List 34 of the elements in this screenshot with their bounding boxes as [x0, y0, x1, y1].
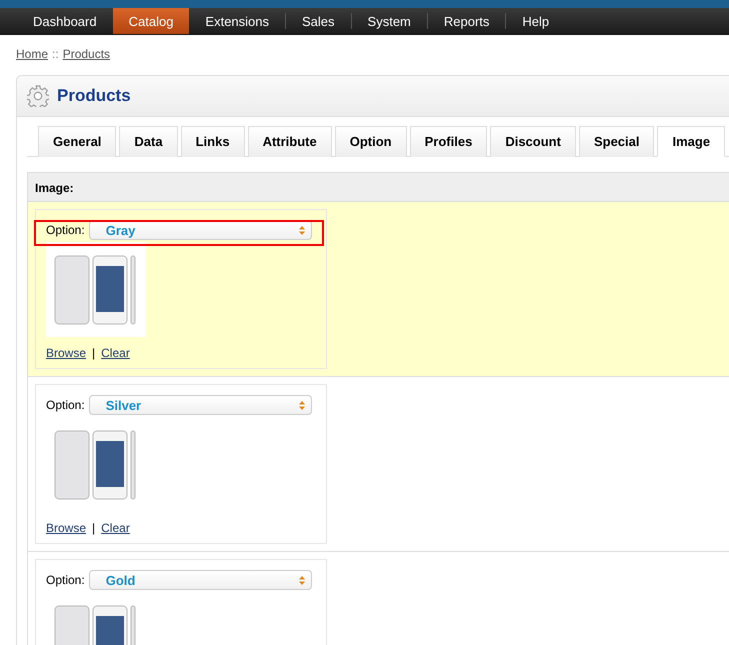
breadcrumb-link[interactable]: Products — [62, 47, 110, 61]
sort-arrows-icon — [298, 400, 305, 410]
gear-icon — [27, 85, 49, 107]
tab[interactable]: Attribute — [248, 126, 332, 157]
tab[interactable]: Discount — [490, 126, 576, 157]
breadcrumb-link[interactable]: Home — [16, 47, 48, 61]
sort-arrows-icon — [298, 226, 305, 234]
image-action-link[interactable]: Browse — [46, 521, 86, 535]
image-action-link[interactable]: Browse — [46, 346, 86, 360]
link-separator: | — [92, 346, 96, 360]
sort-arrows-icon — [298, 576, 305, 584]
image-action-link[interactable]: Clear — [101, 521, 130, 535]
tab[interactable]: Profiles — [410, 126, 488, 157]
tab[interactable]: Option — [334, 126, 407, 157]
nav-menu-item[interactable]: Extensions — [189, 8, 286, 34]
panel-title: Products — [57, 86, 131, 106]
option-label: Option: — [46, 573, 85, 587]
nav-menu-item[interactable]: Catalog — [112, 8, 190, 34]
option-label: Option: — [46, 398, 85, 412]
nav-menu-item[interactable]: Sales — [286, 8, 351, 34]
breadcrumb-separator: :: — [52, 47, 59, 61]
image-action-link[interactable]: Clear — [101, 346, 130, 360]
tab[interactable]: Links — [180, 126, 245, 157]
link-separator: | — [92, 521, 96, 535]
tab[interactable]: Data — [119, 126, 178, 157]
nav-menu-item[interactable]: Reports — [428, 8, 506, 34]
tab[interactable]: Image — [657, 126, 726, 157]
section-heading: Image: — [28, 172, 729, 202]
nav-menu-item[interactable]: System — [352, 8, 427, 34]
nav-menu-item[interactable]: Help — [506, 8, 566, 34]
tab[interactable]: Special — [578, 126, 654, 157]
nav-menu-item[interactable]: Dashboard — [17, 8, 113, 34]
tab[interactable]: General — [38, 126, 116, 157]
option-label: Option: — [46, 223, 85, 237]
